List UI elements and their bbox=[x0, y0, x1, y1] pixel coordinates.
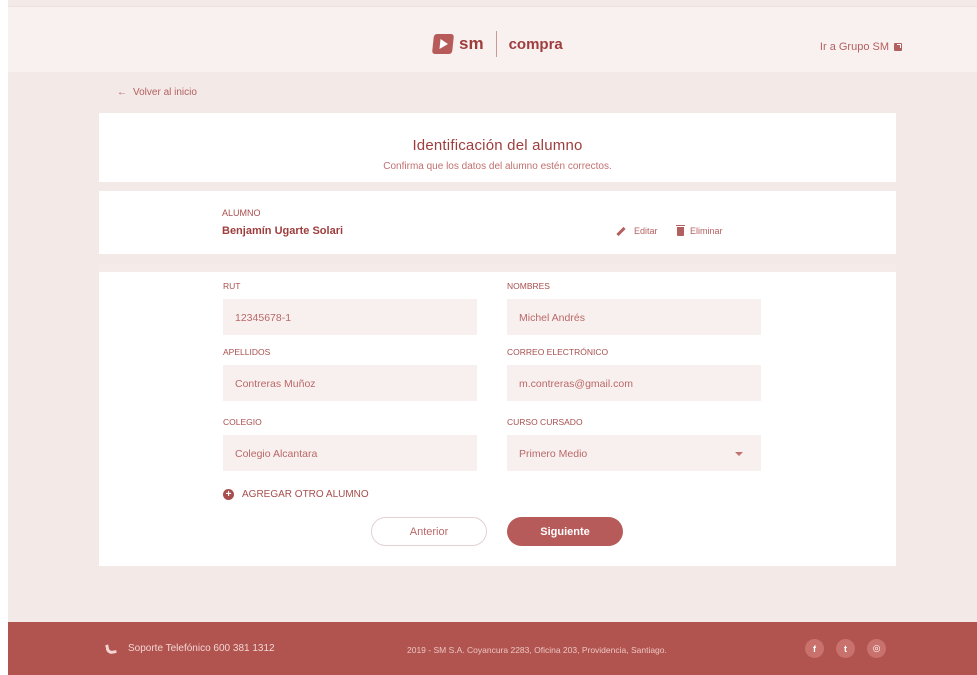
sm-compra-logo[interactable]: sm compra bbox=[431, 31, 563, 57]
back-label: Volver al inicio bbox=[133, 87, 197, 98]
phone-icon bbox=[105, 642, 117, 655]
page-title: Identificación del alumno bbox=[412, 137, 583, 154]
curso-label: CURSO CURSADO bbox=[507, 417, 583, 427]
form-top-band bbox=[99, 264, 896, 272]
rut-label: RUT bbox=[223, 281, 241, 291]
student-summary-card: ALUMNO Benjamín Ugarte Solari Editar Eli… bbox=[99, 191, 896, 254]
facebook-icon[interactable]: f bbox=[805, 639, 824, 658]
delete-label: Eliminar bbox=[690, 226, 723, 236]
footer: Soporte Telefónico 600 381 1312 2019 - S… bbox=[8, 622, 977, 675]
top-header: sm compra Ir a Grupo SM bbox=[8, 6, 977, 72]
play-logo-icon bbox=[431, 34, 455, 54]
arrow-left-icon: ← bbox=[117, 87, 127, 98]
logo-sm-text: sm bbox=[459, 34, 484, 53]
apellidos-label: APELLIDOS bbox=[223, 347, 271, 357]
colegio-label: COLEGIO bbox=[223, 417, 262, 427]
nombres-field[interactable]: Michel Andrés bbox=[507, 299, 761, 335]
nombres-label: NOMBRES bbox=[507, 281, 550, 291]
trash-icon bbox=[676, 224, 685, 236]
curso-select[interactable]: Primero Medio bbox=[507, 435, 761, 471]
instagram-icon[interactable]: ◎ bbox=[867, 639, 886, 658]
back-to-home-link[interactable]: ← Volver al inicio bbox=[117, 87, 197, 98]
correo-label: CORREO ELECTRÓNICO bbox=[507, 347, 609, 357]
student-label: ALUMNO bbox=[222, 208, 261, 218]
intro-card: Identificación del alumno Confirma que l… bbox=[99, 113, 896, 182]
logo-compra-text: compra bbox=[508, 35, 563, 53]
edit-label: Editar bbox=[634, 226, 658, 236]
student-name: Benjamín Ugarte Solari bbox=[222, 225, 344, 237]
delete-student-button[interactable]: Eliminar bbox=[676, 224, 723, 236]
twitter-icon[interactable]: t bbox=[836, 639, 855, 658]
page-subtitle: Confirma que los datos del alumno estén … bbox=[383, 161, 612, 172]
email-field[interactable]: m.contreras@gmail.com bbox=[507, 365, 761, 401]
chevron-down-icon bbox=[735, 452, 743, 456]
next-button[interactable]: Siguiente bbox=[507, 517, 623, 546]
student-form-card: RUT 12345678-1 NOMBRES Michel Andrés APE… bbox=[99, 264, 896, 566]
footer-address: 2019 - SM S.A. Coyancura 2283, Oficina 2… bbox=[407, 645, 667, 655]
external-link-icon bbox=[894, 43, 902, 51]
rut-field[interactable]: 12345678-1 bbox=[223, 299, 477, 335]
phone-support: Soporte Telefónico 600 381 1312 bbox=[105, 642, 275, 655]
grupo-sm-link[interactable]: Ir a Grupo SM bbox=[820, 41, 902, 53]
phone-support-text: Soporte Telefónico 600 381 1312 bbox=[128, 643, 275, 654]
previous-button[interactable]: Anterior bbox=[371, 517, 487, 546]
edit-student-button[interactable]: Editar bbox=[616, 226, 658, 236]
add-student-button[interactable]: + AGREGAR OTRO ALUMNO bbox=[223, 489, 369, 500]
apellidos-field[interactable]: Contreras Muñoz bbox=[223, 365, 477, 401]
curso-selected-value: Primero Medio bbox=[519, 448, 588, 460]
grupo-sm-label: Ir a Grupo SM bbox=[819, 41, 889, 53]
pencil-icon bbox=[616, 226, 626, 236]
colegio-field[interactable]: Colegio Alcantara bbox=[223, 435, 477, 471]
social-links: f t ◎ bbox=[805, 639, 886, 658]
logo-divider bbox=[495, 31, 497, 57]
add-student-label: AGREGAR OTRO ALUMNO bbox=[242, 489, 369, 500]
left-margin-strip bbox=[0, 0, 8, 675]
plus-circle-icon: + bbox=[223, 489, 234, 500]
